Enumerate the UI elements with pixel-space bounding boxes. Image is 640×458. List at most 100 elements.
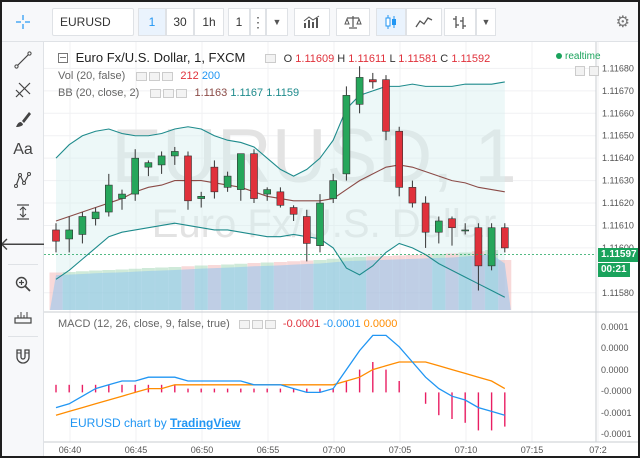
- candle-body: [289, 207, 298, 215]
- macd-legend[interactable]: MACD (12, 26, close, 9, false, true) -0.…: [58, 318, 397, 330]
- volume-remove-icon[interactable]: [162, 71, 174, 81]
- candle-body: [316, 202, 324, 246]
- tradingview-link[interactable]: TradingView: [170, 416, 240, 430]
- candle-body: [263, 189, 271, 195]
- legend-settings-icon[interactable]: [265, 54, 277, 64]
- macd-axis[interactable]: 0.0001 0.0000 0.0000 -0.0000 -0.0001 -0.0001: [601, 322, 632, 439]
- current-price-tag: 1.11597: [598, 247, 638, 262]
- bars-icon: [453, 16, 466, 29]
- interval-dropdown-chevron-icon[interactable]: ▼: [266, 8, 288, 36]
- candle-body: [474, 227, 483, 267]
- candle-body: [302, 216, 311, 244]
- candle-body: [355, 77, 364, 105]
- candle-body: [448, 218, 456, 229]
- bars-style-button[interactable]: [444, 8, 476, 36]
- candle-body: [461, 229, 470, 232]
- area-style-button[interactable]: [406, 8, 442, 36]
- pane-maximize-icon[interactable]: [575, 66, 585, 76]
- measure-tool[interactable]: [2, 198, 44, 226]
- time-axis-label: 07:2: [589, 445, 607, 455]
- chart-canvas[interactable]: EURUSD, 1 Euro Fx/U.S. Dollar 1.116801.1…: [44, 42, 638, 456]
- candle-body: [104, 184, 113, 213]
- time-axis-label: 07:15: [521, 445, 544, 455]
- macd-visibility-icon[interactable]: [238, 319, 250, 329]
- high-value: 1.11611: [348, 53, 387, 65]
- drawing-toolbar: Aa 🡐: [2, 42, 47, 456]
- candle-body: [197, 196, 205, 199]
- pattern-tool[interactable]: [2, 166, 44, 194]
- chart-area[interactable]: EURUSD, 1 Euro Fx/U.S. Dollar 1.11680 1.1…: [44, 42, 638, 456]
- ruler-icon: [14, 312, 32, 324]
- bar-countdown-tag: 00:21: [598, 262, 630, 277]
- bb-lower-value: 1.1159: [266, 87, 300, 99]
- toolbar-divider: [8, 336, 38, 337]
- bb-settings-icon[interactable]: [163, 88, 175, 98]
- zoom-tool[interactable]: [2, 270, 44, 298]
- candle-body: [434, 220, 443, 233]
- back-arrow-icon[interactable]: 🡐: [2, 230, 47, 258]
- crosshair-button[interactable]: [4, 5, 42, 39]
- indicators-button[interactable]: [294, 8, 330, 36]
- candle: [316, 194, 324, 253]
- macd-settings-icon[interactable]: [251, 319, 263, 329]
- price-axis-label: 1.11660: [602, 108, 634, 118]
- bb-visibility-icon[interactable]: [150, 88, 162, 98]
- bb-upper-value: 1.1167: [230, 87, 264, 99]
- trend-line-tool[interactable]: [2, 46, 44, 74]
- candle-body: [223, 175, 232, 188]
- bb-legend[interactable]: BB (20, close, 2) 1.1163 1.1167 1.1159: [58, 87, 299, 99]
- credit-prefix: EURUSD chart by: [70, 416, 167, 430]
- macd-remove-icon[interactable]: [264, 319, 276, 329]
- volume-legend[interactable]: Vol (20, false) 212 200: [58, 70, 220, 82]
- brush-icon: [16, 112, 31, 127]
- interval-custom-button[interactable]: 1: [228, 8, 250, 36]
- settings-gear-icon[interactable]: ⚙: [616, 12, 630, 32]
- volume-visibility-icon[interactable]: [136, 71, 148, 81]
- pane-close-icon[interactable]: [589, 66, 599, 76]
- tradingview-credit: EURUSD chart by TradingView: [70, 416, 241, 430]
- time-axis-label: 06:45: [125, 445, 148, 455]
- time-axis-label: 07:00: [323, 445, 346, 455]
- candle-body: [65, 229, 74, 240]
- candle-body: [487, 227, 496, 267]
- interval-1h-button[interactable]: 1h: [194, 8, 224, 36]
- candle: [487, 223, 496, 271]
- candle-body: [184, 155, 192, 202]
- candle-body: [250, 153, 258, 199]
- time-axis-label: 06:55: [257, 445, 280, 455]
- candle-body: [237, 153, 245, 190]
- interval-30m-button[interactable]: 30: [166, 8, 194, 36]
- macd-signal-value: 0.0000: [363, 318, 398, 330]
- chart-style-dropdown-icon[interactable]: ▼: [476, 8, 496, 36]
- price-axis-label: 1.11580: [602, 288, 634, 298]
- price-axis-label: 1.11610: [602, 220, 634, 230]
- volume-legend-label: Vol (20, false): [58, 70, 126, 82]
- brush-tool[interactable]: [2, 106, 44, 134]
- main-legend[interactable]: Euro Fx/U.S. Dollar, 1, FXCM O 1.11609 H…: [58, 50, 490, 65]
- ruler-tool[interactable]: [2, 302, 44, 330]
- magnet-tool[interactable]: [2, 342, 44, 370]
- open-value: 1.11609: [295, 53, 335, 65]
- time-axis[interactable]: 06:40 06:45 06:50 06:55 07:00 07:05 07:10 07:15…: [59, 445, 607, 455]
- candles-style-button[interactable]: [376, 8, 406, 36]
- interval-1m-button[interactable]: 1: [138, 8, 166, 36]
- bb-remove-icon[interactable]: [176, 88, 188, 98]
- macd-hist-value: -0.0001: [282, 318, 321, 330]
- volume-settings-icon[interactable]: [149, 71, 161, 81]
- candle: [342, 86, 351, 181]
- chart-widget: EURUSD 1 30 1h 1 ⋮ ▼ ▼ ⚙ Aa 🡐 EURUSD, 1 …: [0, 0, 640, 458]
- time-axis-label: 07:10: [455, 445, 478, 455]
- top-toolbar: EURUSD 1 30 1h 1 ⋮ ▼ ▼ ⚙: [2, 2, 638, 42]
- candle-body: [118, 193, 126, 199]
- compare-button[interactable]: [336, 8, 370, 36]
- macd-axis-label: 0.0000: [601, 343, 629, 353]
- pane-controls: [575, 63, 603, 81]
- symbol-search[interactable]: EURUSD: [52, 8, 134, 36]
- candle-body: [395, 130, 404, 188]
- pitchfork-tool[interactable]: [2, 76, 44, 104]
- more-vertical-icon[interactable]: ⋮: [250, 8, 266, 36]
- text-tool-icon[interactable]: Aa: [2, 136, 44, 164]
- scale-icon: [344, 16, 362, 29]
- legend-collapse-icon[interactable]: [58, 53, 68, 63]
- pitchfork-icon: [15, 82, 31, 98]
